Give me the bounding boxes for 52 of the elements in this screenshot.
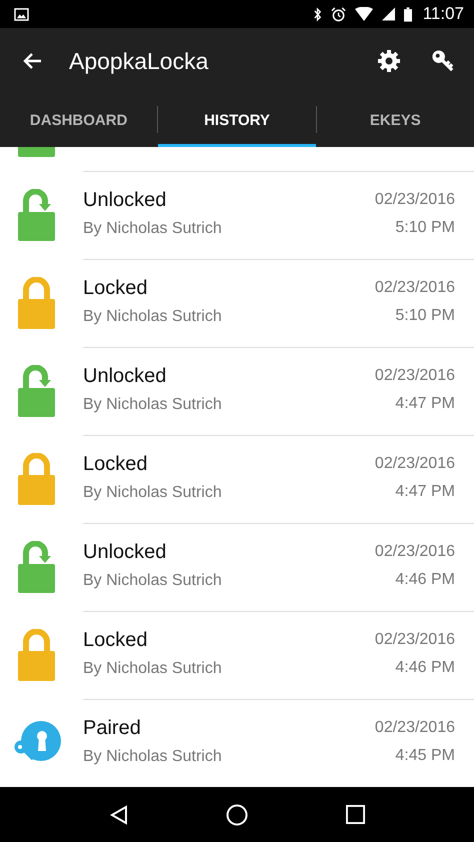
event-time: 4:46 PM (395, 659, 455, 677)
tab[interactable]: HISTORY (158, 94, 316, 147)
open-padlock-icon (18, 147, 55, 157)
battery-icon (404, 6, 412, 22)
event-date: 02/23/2016 (374, 719, 455, 737)
tab[interactable]: EKEYS (316, 94, 474, 147)
tab[interactable]: DASHBOARD (0, 94, 158, 147)
event-time: 4:46 PM (395, 571, 455, 589)
padlock-icon (18, 629, 55, 681)
event-time: 4:45 PM (395, 747, 455, 765)
open-padlock-icon (18, 541, 55, 593)
event-user: By Nicholas Sutrich (83, 484, 222, 502)
event-date: 02/23/2016 (374, 191, 455, 209)
home-icon[interactable] (226, 804, 248, 826)
event-user: By Nicholas Sutrich (83, 660, 222, 678)
wifi-icon (354, 7, 373, 21)
alarm-icon (330, 6, 346, 22)
key-icon[interactable] (431, 48, 456, 74)
event-title: Paired (83, 717, 142, 740)
event-date: 02/23/2016 (374, 455, 455, 473)
settings-icon[interactable] (377, 49, 401, 73)
event-title: Locked (83, 453, 148, 476)
back-icon[interactable] (108, 804, 129, 824)
event-time: 4:47 PM (395, 483, 455, 501)
event-user: By Nicholas Sutrich (83, 748, 222, 766)
event-date: 02/23/2016 (374, 367, 455, 385)
bluetooth-icon (312, 6, 322, 22)
event-user: By Nicholas Sutrich (83, 220, 222, 238)
open-padlock-icon (18, 365, 55, 417)
recents-icon[interactable] (346, 805, 366, 824)
event-time: 5:10 PM (395, 307, 455, 325)
status-time: 11:07 (422, 4, 464, 24)
image-icon (14, 8, 29, 20)
event-date: 02/23/2016 (374, 631, 455, 649)
padlock-icon (18, 277, 55, 329)
event-date: 02/23/2016 (374, 279, 455, 297)
event-title: Locked (83, 277, 148, 300)
event-title: Locked (83, 629, 148, 652)
event-time: 5:10 PM (395, 219, 455, 237)
event-user: By Nicholas Sutrich (83, 396, 222, 414)
event-user: By Nicholas Sutrich (83, 572, 222, 590)
event-time: 4:47 PM (395, 395, 455, 413)
back-arrow-icon[interactable] (22, 51, 42, 71)
event-title: Unlocked (83, 541, 168, 564)
signal-icon (382, 7, 395, 21)
event-title: Unlocked (83, 365, 168, 388)
event-title: Unlocked (83, 189, 168, 212)
event-user: By Nicholas Sutrich (83, 308, 222, 326)
open-padlock-icon (18, 189, 55, 241)
app-title: ApopkaLocka (69, 48, 208, 74)
padlock-icon (18, 453, 55, 505)
event-date: 02/23/2016 (374, 543, 455, 561)
